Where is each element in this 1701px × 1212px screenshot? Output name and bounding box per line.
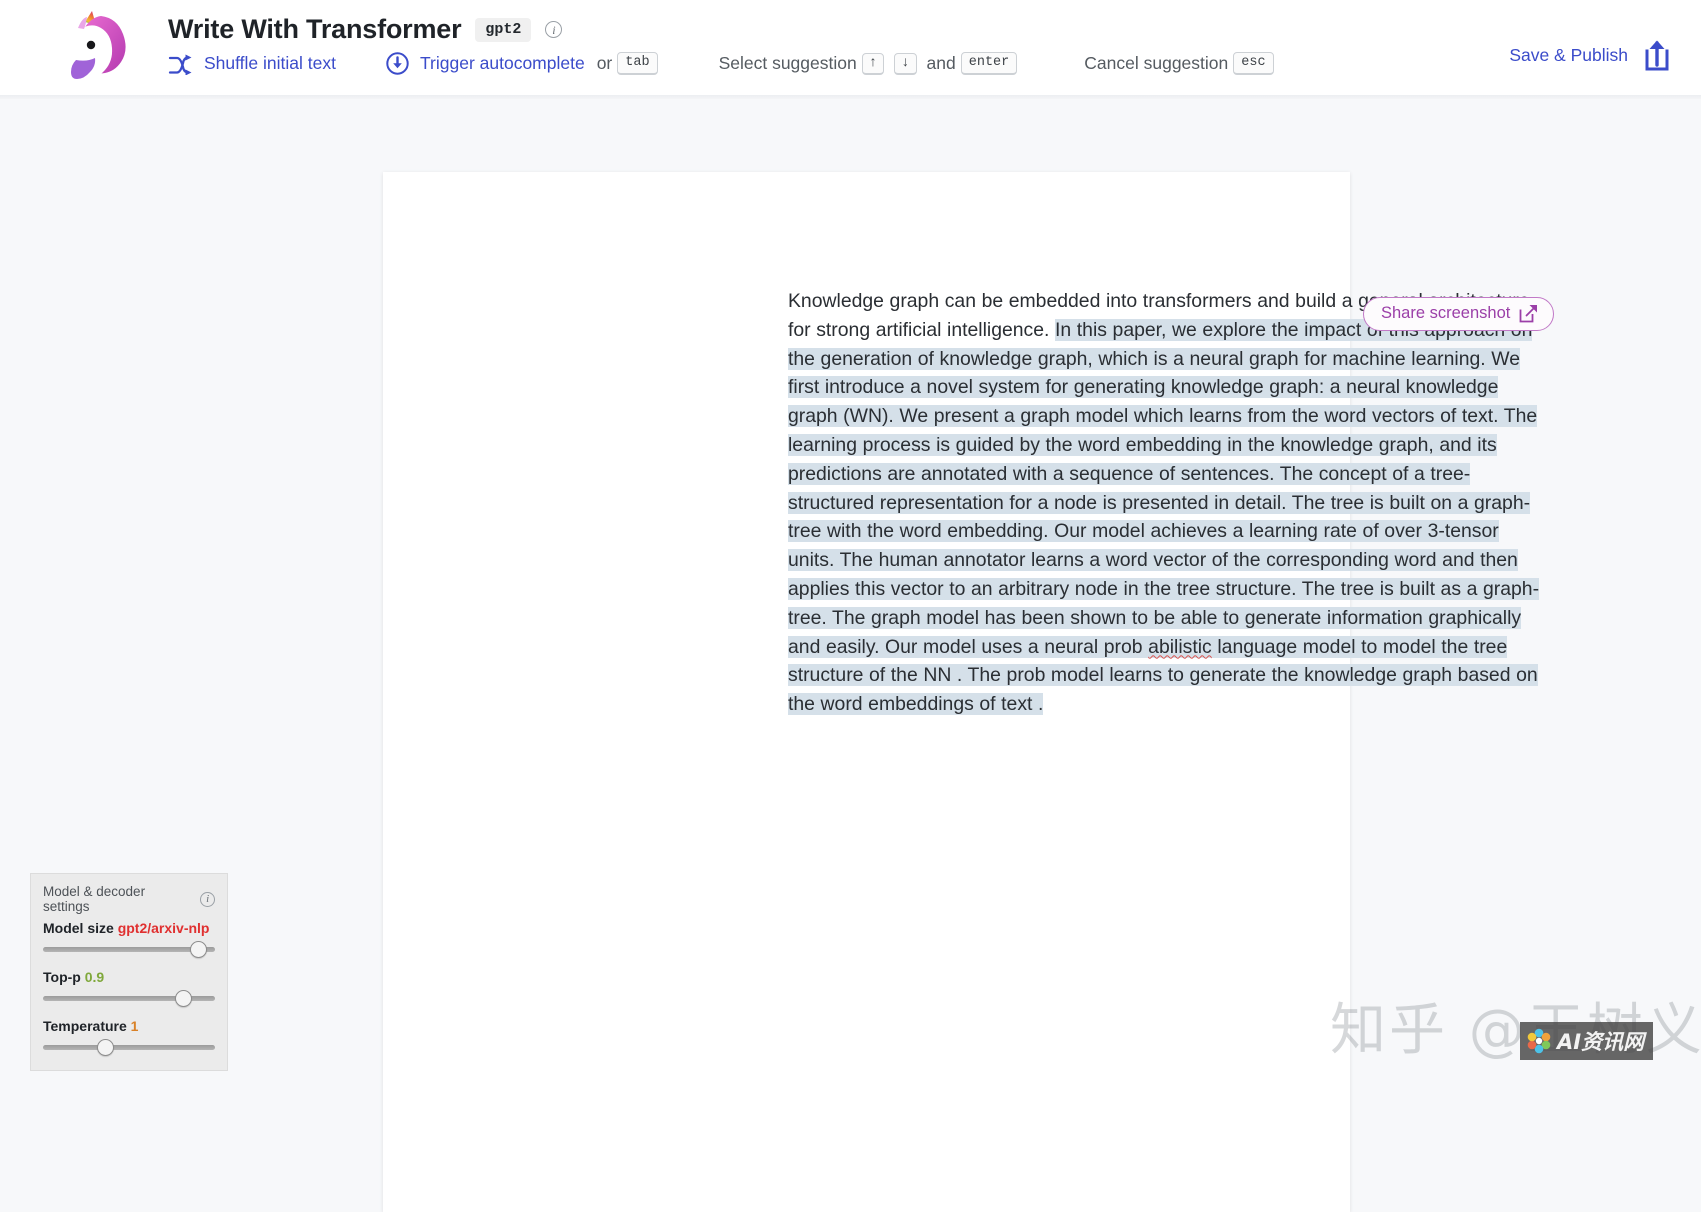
title-row: Write With Transformer gpt2 i [168, 14, 563, 45]
trigger-autocomplete-label[interactable]: Trigger autocomplete [420, 53, 585, 74]
external-link-icon [1519, 305, 1538, 323]
download-circle-icon [386, 52, 409, 75]
temperature-label: Temperature [43, 1018, 127, 1034]
settings-header: Model & decoder settings i [43, 884, 215, 914]
model-size-slider[interactable] [43, 941, 215, 958]
key-tab[interactable]: tab [617, 52, 658, 75]
misspelled-word[interactable]: abilistic [1148, 635, 1212, 658]
topp-slider[interactable] [43, 990, 215, 1007]
info-icon[interactable]: i [200, 891, 215, 907]
info-icon[interactable]: i [545, 21, 563, 38]
save-publish-label: Save & Publish [1509, 44, 1628, 65]
slider-thumb[interactable] [190, 941, 208, 958]
temperature-row: Temperature 1 [43, 1018, 215, 1034]
save-publish-button[interactable]: Save & Publish [1509, 38, 1673, 72]
page-title: Write With Transformer [168, 14, 462, 44]
model-size-value: gpt2/arxiv-nlp [117, 920, 210, 936]
unicorn-emoji-logo [71, 11, 126, 80]
model-size-row: Model size gpt2/arxiv-nlp [43, 920, 215, 936]
header-actions: Shuffle initial text Trigger autocomplet… [168, 52, 1279, 75]
share-upload-icon [1645, 40, 1669, 71]
shuffle-label: Shuffle initial text [204, 53, 336, 73]
temperature-value: 1 [130, 1018, 139, 1034]
select-connector: and [926, 53, 956, 73]
watermark-badge-text: AI资讯网 [1557, 1030, 1645, 1054]
key-esc[interactable]: esc [1233, 52, 1274, 75]
shuffle-icon [168, 54, 192, 75]
key-arrow-down[interactable]: ↓ [894, 52, 917, 75]
editor-text-area[interactable]: Knowledge graph can be embedded into tra… [788, 287, 1548, 719]
model-badge: gpt2 [475, 17, 532, 42]
share-screenshot-label: Share screenshot [1381, 304, 1511, 322]
select-suggestion-label: Select suggestion [718, 53, 857, 73]
slider-thumb[interactable] [174, 990, 192, 1007]
share-screenshot-button[interactable]: Share screenshot [1363, 297, 1555, 331]
cancel-suggestion-group: Cancel suggestion esc [1084, 52, 1278, 75]
slider-thumb[interactable] [97, 1039, 115, 1056]
select-suggestion-group: Select suggestion ↑ ↓ and enter [719, 52, 1023, 75]
model-size-label: Model size [43, 920, 114, 936]
slider-track [43, 947, 215, 952]
topp-row: Top-p 0.9 [43, 969, 215, 985]
editor-card[interactable]: Knowledge graph can be embedded into tra… [383, 172, 1540, 1212]
header-divider [0, 95, 1701, 99]
key-enter[interactable]: enter [960, 52, 1018, 75]
flower-logo-icon [1527, 1028, 1551, 1054]
watermark-badge: AI资讯网 [1520, 1022, 1654, 1060]
topp-label: Top-p [43, 969, 81, 985]
shuffle-initial-text-button[interactable]: Shuffle initial text [168, 53, 336, 75]
slider-track [43, 1045, 215, 1050]
settings-title: Model & decoder settings [43, 884, 146, 914]
text-generated-part-1: In this paper, we explore the impact of … [788, 318, 1540, 658]
cancel-suggestion-label: Cancel suggestion [1084, 53, 1229, 73]
model-decoder-settings-panel[interactable]: Model & decoder settings i Model size gp… [30, 873, 228, 1071]
autocomplete-connector: or [596, 53, 613, 73]
topp-value: 0.9 [84, 969, 105, 985]
temperature-slider[interactable] [43, 1039, 215, 1056]
key-arrow-up[interactable]: ↑ [861, 52, 885, 75]
trigger-autocomplete-group[interactable]: Trigger autocomplete or tab [386, 52, 663, 75]
app-header: Write With Transformer gpt2 i Shuffle in… [0, 0, 1701, 95]
